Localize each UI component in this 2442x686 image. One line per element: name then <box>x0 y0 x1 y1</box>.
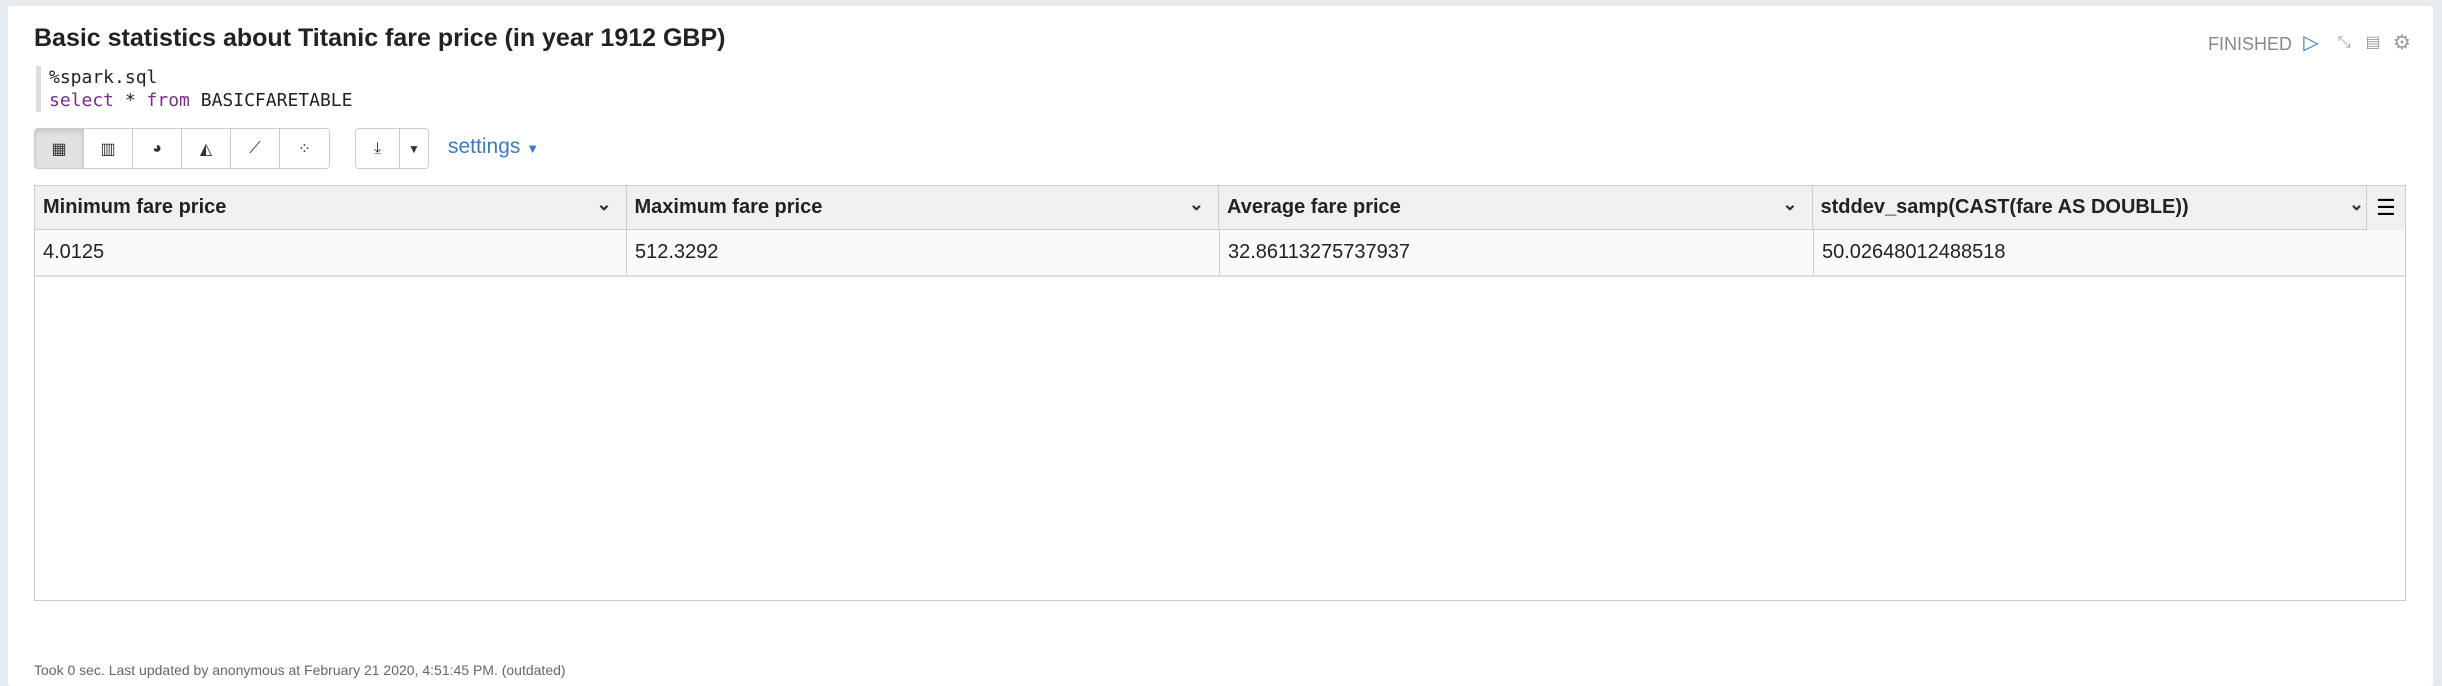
code-keyword: from <box>146 90 190 111</box>
download-icon: ⤓ <box>373 139 382 157</box>
scatter-chart-icon: ⁘ <box>297 140 312 158</box>
column-label: Maximum fare price <box>634 196 823 218</box>
table-icon: ▦ <box>51 140 67 158</box>
code-token: BASICFARETABLE <box>189 90 353 111</box>
download-button[interactable]: ⤓ <box>356 129 400 168</box>
table-cell: 50.02648012488518 <box>1822 241 2006 263</box>
run-icon[interactable]: ▷ <box>2300 32 2322 54</box>
line-chart-icon: ⟋ <box>249 139 261 157</box>
chevron-down-icon[interactable]: ⌄ <box>1782 194 1797 215</box>
result-table: Minimum fare price ⌄ Maximum fare price ⌄ … <box>34 185 2406 601</box>
table-view-button[interactable]: ▦ <box>35 129 84 168</box>
code-keyword: select <box>49 90 115 111</box>
table-cell: 4.0125 <box>35 230 627 275</box>
pie-chart-button[interactable]: ◕ <box>133 129 182 168</box>
download-group: ⤓ ▼ <box>355 128 429 169</box>
pie-chart-icon: ◕ <box>152 139 162 157</box>
code-line: %spark.sql <box>49 67 158 88</box>
column-header[interactable]: stddev_samp(CAST(fare AS DOUBLE)) ⌄ <box>1813 186 2367 229</box>
code-editor[interactable]: %spark.sql select * from BASICFARETABLE <box>36 66 352 112</box>
table-row: 4.0125 512.3292 32.86113275737937 50.026… <box>35 230 2405 277</box>
hamburger-icon: ☰ <box>2376 195 2396 220</box>
collapse-icon[interactable]: ⤡ <box>2333 32 2355 54</box>
column-label: stddev_samp(CAST(fare AS DOUBLE)) <box>1820 196 2189 218</box>
column-label: Minimum fare price <box>43 196 227 218</box>
status-label: FINISHED <box>2208 34 2293 54</box>
code-token: * <box>114 90 147 111</box>
area-chart-button[interactable]: ◭ <box>182 129 231 168</box>
grid-menu-button[interactable]: ☰ <box>2366 186 2405 230</box>
settings-toggle[interactable]: settings ▼ <box>448 135 539 159</box>
bar-chart-icon: ▥ <box>100 140 116 158</box>
book-icon[interactable]: ▤ <box>2362 32 2384 54</box>
column-header[interactable]: Average fare price ⌄ <box>1219 186 1813 229</box>
column-label: Average fare price <box>1227 196 1401 218</box>
bar-chart-button[interactable]: ▥ <box>84 129 133 168</box>
area-chart-icon: ◭ <box>199 140 213 158</box>
chevron-down-icon[interactable]: ⌄ <box>596 194 611 215</box>
scatter-chart-button[interactable]: ⁘ <box>280 129 329 168</box>
column-header[interactable]: Minimum fare price ⌄ <box>35 186 627 229</box>
caret-down-icon: ▼ <box>526 141 540 156</box>
table-header: Minimum fare price ⌄ Maximum fare price ⌄ … <box>35 186 2405 230</box>
table-cell: 32.86113275737937 <box>1220 230 1814 275</box>
paragraph-footer: Took 0 sec. Last updated by anonymous at… <box>34 662 566 678</box>
caret-down-icon: ▼ <box>408 141 420 156</box>
column-header[interactable]: Maximum fare price ⌄ <box>627 186 1219 229</box>
settings-label: settings <box>448 135 521 158</box>
code-line: select * from BASICFARETABLE <box>49 89 352 112</box>
visualization-switcher: ▦ ▥ ◕ ◭ ⟋ ⁘ <box>34 128 330 169</box>
table-cell: 512.3292 <box>627 230 1220 275</box>
gear-icon[interactable]: ⚙ <box>2391 32 2413 54</box>
download-dropdown-button[interactable]: ▼ <box>400 129 428 168</box>
chevron-down-icon[interactable]: ⌄ <box>1189 194 1204 215</box>
paragraph-title[interactable]: Basic statistics about Titanic fare pric… <box>34 24 725 53</box>
line-chart-button[interactable]: ⟋ <box>231 129 280 168</box>
chevron-down-icon[interactable]: ⌄ <box>2349 194 2364 215</box>
